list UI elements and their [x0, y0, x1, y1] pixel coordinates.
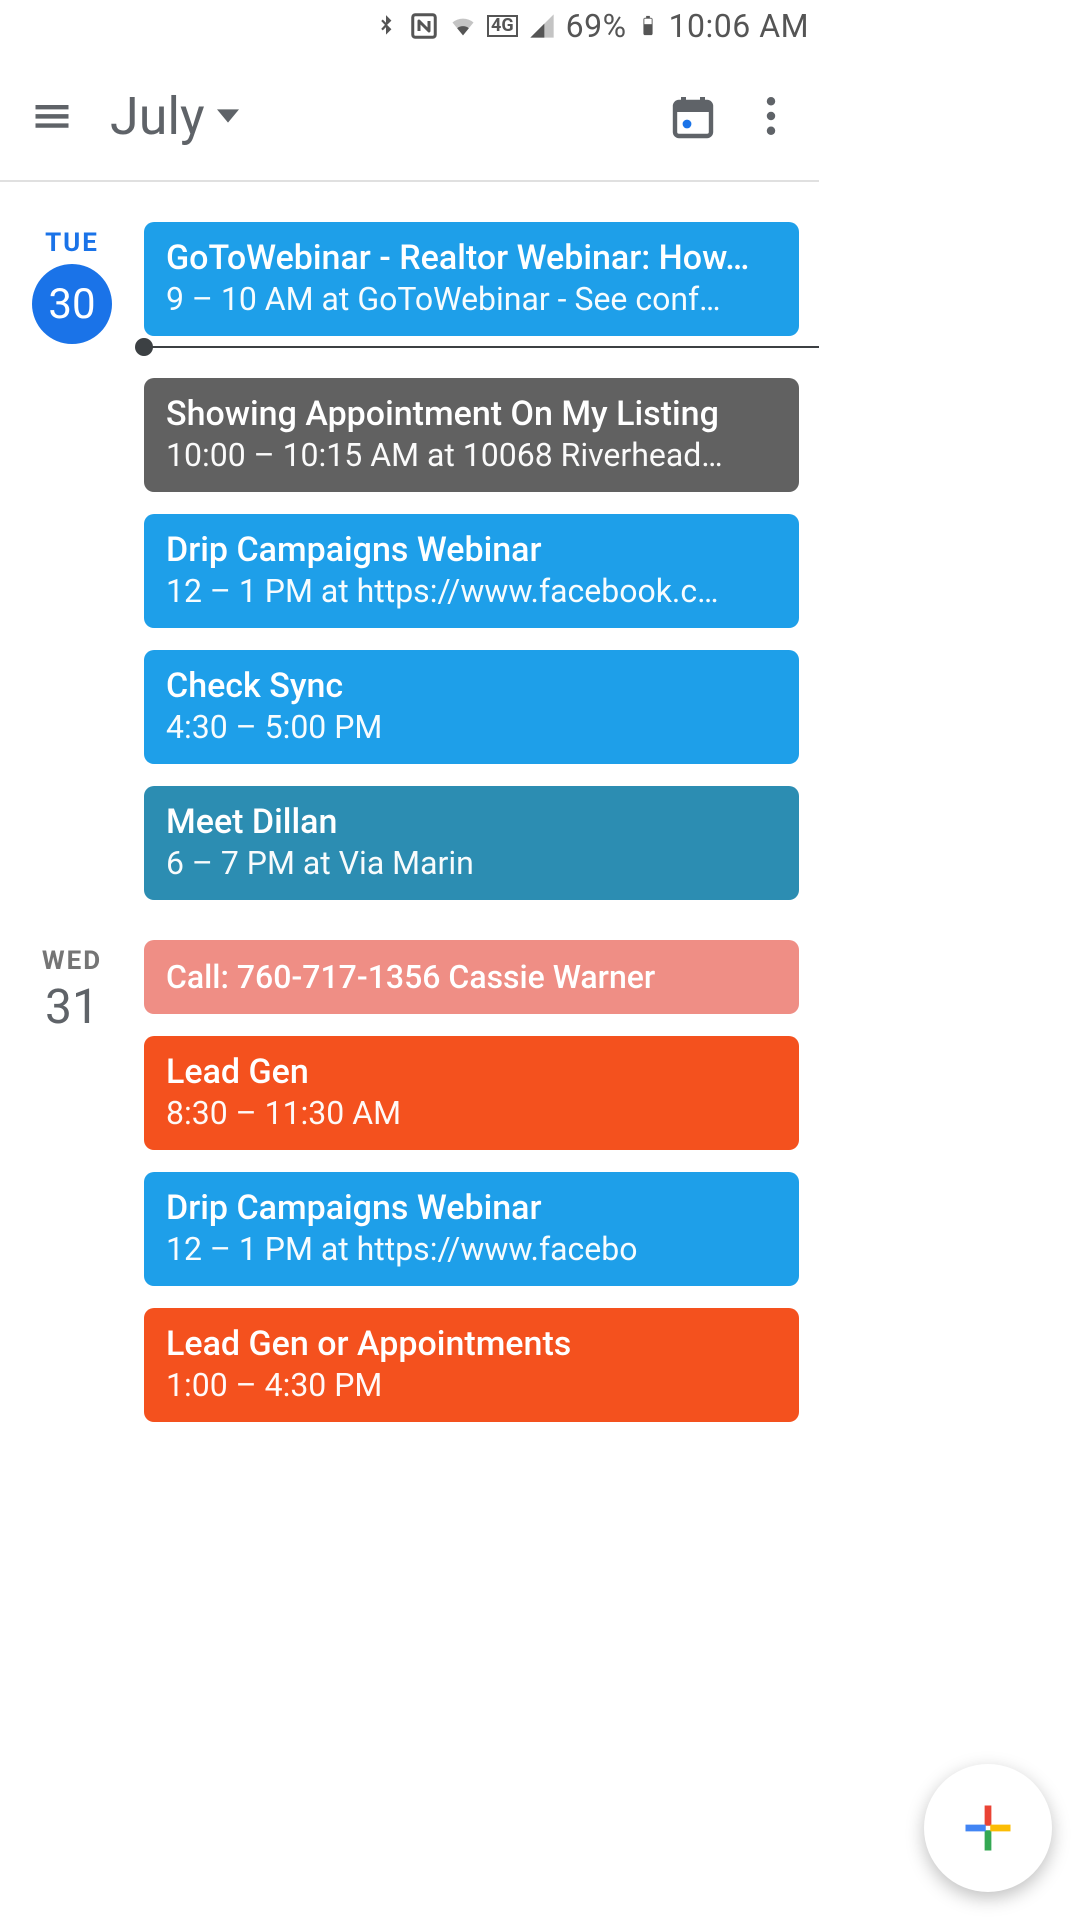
lte-icon: 4G [487, 15, 518, 37]
day-row: TUE 30 GoToWebinar - Realtor Webinar: Ho… [0, 222, 819, 940]
bluetooth-icon [373, 13, 399, 39]
event-title: GoToWebinar - Realtor Webinar: How… [166, 238, 777, 278]
event-subtitle: 12 – 1 PM at https://www.facebook.c… [166, 572, 777, 610]
menu-button[interactable] [22, 86, 82, 146]
event-card[interactable]: Call: 760-717-1356 Cassie Warner [144, 940, 799, 1014]
signal-icon [528, 12, 556, 40]
event-subtitle: 12 – 1 PM at https://www.facebo [166, 1230, 777, 1268]
clock: 10:06 AM [669, 7, 809, 45]
event-title: Lead Gen [166, 1052, 777, 1092]
day-of-week: TUE [45, 228, 99, 258]
more-vert-icon [766, 97, 776, 135]
day-of-month: 30 [32, 264, 112, 344]
event-title: Meet Dillan [166, 802, 777, 842]
month-label: July [110, 86, 205, 147]
battery-percent: 69% [566, 7, 627, 45]
battery-icon [637, 10, 659, 42]
event-subtitle: 10:00 – 10:15 AM at 10068 Riverhead… [166, 436, 777, 474]
event-subtitle: 6 – 7 PM at Via Marin [166, 844, 777, 882]
status-bar: 4G 69% 10:06 AM [0, 0, 819, 52]
event-card[interactable]: Lead Gen 8:30 – 11:30 AM [144, 1036, 799, 1150]
date-header[interactable]: WED 31 [0, 940, 144, 1422]
event-title: Check Sync [166, 666, 777, 706]
chevron-down-icon [217, 109, 239, 123]
create-event-fab[interactable] [924, 1764, 1052, 1892]
wifi-icon [449, 12, 477, 40]
event-title: Showing Appointment On My Listing [166, 394, 777, 434]
event-title: Call: 760-717-1356 Cassie Warner [166, 958, 777, 996]
app-bar: July [0, 52, 819, 182]
event-card[interactable]: Meet Dillan 6 – 7 PM at Via Marin [144, 786, 799, 900]
event-subtitle: 9 – 10 AM at GoToWebinar - See conf… [166, 280, 777, 318]
event-card[interactable]: GoToWebinar - Realtor Webinar: How… 9 – … [144, 222, 799, 336]
calendar-today-icon [669, 92, 717, 140]
event-card[interactable]: Check Sync 4:30 – 5:00 PM [144, 650, 799, 764]
events-column: Call: 760-717-1356 Cassie Warner Lead Ge… [144, 940, 799, 1422]
event-title: Lead Gen or Appointments [166, 1324, 777, 1364]
event-subtitle: 4:30 – 5:00 PM [166, 708, 777, 746]
day-row: WED 31 Call: 760-717-1356 Cassie Warner … [0, 940, 819, 1462]
events-column: GoToWebinar - Realtor Webinar: How… 9 – … [144, 222, 799, 900]
event-card[interactable]: Drip Campaigns Webinar 12 – 1 PM at http… [144, 514, 799, 628]
day-of-week: WED [42, 946, 102, 976]
event-title: Drip Campaigns Webinar [166, 1188, 777, 1228]
today-button[interactable] [663, 86, 723, 146]
event-subtitle: 1:00 – 4:30 PM [166, 1366, 777, 1404]
plus-multicolor-icon [961, 1801, 1015, 1855]
event-title: Drip Campaigns Webinar [166, 530, 777, 570]
hamburger-icon [30, 94, 74, 138]
event-card[interactable]: Showing Appointment On My Listing 10:00 … [144, 378, 799, 492]
schedule-list[interactable]: TUE 30 GoToWebinar - Realtor Webinar: Ho… [0, 182, 819, 1462]
event-card[interactable]: Lead Gen or Appointments 1:00 – 4:30 PM [144, 1308, 799, 1422]
nfc-icon [409, 11, 439, 41]
event-card[interactable]: Drip Campaigns Webinar 12 – 1 PM at http… [144, 1172, 799, 1286]
date-header[interactable]: TUE 30 [0, 222, 144, 900]
overflow-menu-button[interactable] [741, 86, 801, 146]
event-subtitle: 8:30 – 11:30 AM [166, 1094, 777, 1132]
day-of-month: 31 [45, 978, 99, 1035]
month-dropdown[interactable]: July [110, 86, 239, 147]
